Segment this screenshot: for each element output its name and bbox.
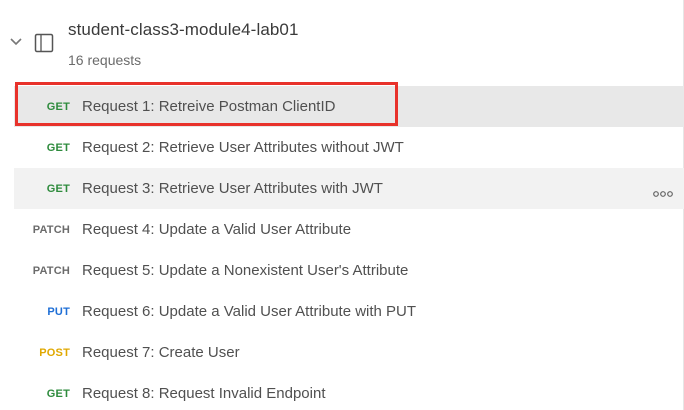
request-item[interactable]: GET Request 1: Retreive Postman ClientID [14, 86, 684, 127]
request-method-badge: GET [46, 141, 70, 154]
collection-name[interactable]: student-class3-module4-lab01 [68, 20, 299, 40]
request-name: Request 3: Retrieve User Attributes with… [82, 180, 383, 197]
request-item[interactable]: PATCH Request 4: Update a Valid User Attr… [14, 209, 684, 250]
request-name: Request 6: Update a Valid User Attribute… [82, 303, 417, 320]
collections-sidebar: student-class3-module4-lab01 16 requests… [0, 0, 684, 410]
chevron-down-icon[interactable] [10, 37, 22, 47]
collection-request-count: 16 requests [68, 52, 142, 68]
request-name: Request 5: Update a Nonexistent User's A… [82, 262, 409, 279]
request-method-badge: PUT [47, 305, 70, 318]
request-name: Request 2: Retrieve User Attributes with… [82, 139, 404, 156]
request-name: Request 7: Create User [82, 344, 240, 361]
request-method-badge: GET [46, 182, 70, 195]
request-item[interactable]: GET Request 8: Request Invalid Endpoint [14, 373, 684, 410]
request-item[interactable]: PATCH Request 5: Update a Nonexistent Use… [14, 250, 684, 291]
request-method-badge: PATCH [32, 264, 70, 277]
request-method-badge: GET [46, 100, 70, 113]
request-item[interactable]: GET Request 3: Retrieve User Attributes w… [14, 168, 684, 209]
request-method-badge: PATCH [32, 223, 70, 236]
collection-header[interactable]: student-class3-module4-lab01 16 requests [0, 0, 684, 82]
request-item[interactable]: GET Request 2: Retrieve User Attributes w… [14, 127, 684, 168]
request-name: Request 1: Retreive Postman ClientID [82, 98, 336, 115]
collection-icon [34, 33, 54, 53]
request-list: GET Request 1: Retreive Postman ClientID G… [14, 86, 684, 410]
request-name: Request 4: Update a Valid User Attribute [82, 221, 352, 238]
request-name: Request 8: Request Invalid Endpoint [82, 385, 326, 402]
request-item[interactable]: POST Request 7: Create User [14, 332, 684, 373]
request-method-badge: POST [39, 346, 70, 359]
more-options-icon[interactable] [652, 185, 674, 197]
request-item[interactable]: PUT Request 6: Update a Valid User Attrib… [14, 291, 684, 332]
request-method-badge: GET [46, 387, 70, 400]
